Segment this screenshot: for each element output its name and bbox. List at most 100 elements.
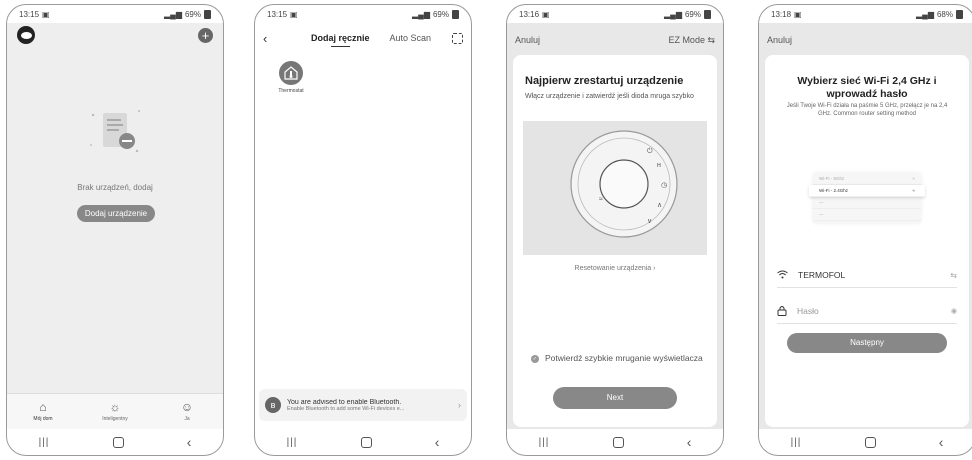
password-input[interactable]: [797, 306, 927, 316]
status-time: 13:15: [19, 9, 40, 19]
swap-icon[interactable]: ⇆: [950, 271, 957, 280]
reset-device-link[interactable]: Resetowanie urządzenia ›: [513, 265, 717, 272]
avatar[interactable]: [17, 26, 35, 44]
battery-text: 69%: [684, 9, 701, 19]
divider: [777, 287, 957, 288]
system-nav-bar: ||| ‹: [507, 429, 723, 455]
battery-text: 69%: [184, 9, 201, 19]
wifi-ssid-field[interactable]: TERMOFOL ⇆: [777, 267, 957, 283]
status-bar: 13:15 ▣ ▂▄▆ 69%: [7, 5, 223, 23]
svg-text:◷: ◷: [661, 182, 668, 189]
thermostat-icon: [279, 61, 303, 85]
header: ‹ Dodaj ręcznie Auto Scan: [263, 29, 463, 47]
status-bar: 13:15 ▣ ▂▄▆ 69%: [255, 5, 471, 23]
sun-icon: ☼: [109, 400, 121, 414]
home-button[interactable]: [112, 436, 124, 448]
confirm-label: Potwierdź szybkie mruganie wyświetlacza: [545, 353, 703, 363]
system-nav-bar: ||| ‹: [255, 429, 471, 455]
battery-text: 69%: [432, 9, 449, 19]
confirm-checkbox-row[interactable]: ✓ Potwierdź szybkie mruganie wyświetlacz…: [531, 353, 705, 363]
divider: [777, 323, 957, 324]
back-button[interactable]: ‹: [435, 434, 440, 450]
page-title: Wybierz sieć Wi-Fi 2,4 GHz i wprowadź ha…: [797, 75, 937, 100]
device-thermostat[interactable]: Thermostat: [271, 61, 311, 94]
svg-text:ʜ: ʜ: [657, 162, 661, 169]
home-button[interactable]: [612, 436, 624, 448]
header: Anuluj EZ Mode ⇆: [515, 35, 715, 46]
signal-icon: ▂▄▆: [916, 9, 934, 19]
back-arrow-icon[interactable]: ‹: [263, 31, 291, 46]
wifi-icon: ≈: [912, 188, 915, 193]
signal-icon: ▂▄▆: [664, 9, 682, 19]
wifi-icon: [777, 270, 788, 281]
page-title: Najpierw zrestartuj urządzenie: [525, 75, 684, 87]
ez-mode-button[interactable]: EZ Mode ⇆: [668, 35, 715, 46]
content-area: [7, 23, 223, 429]
battery-icon: [956, 9, 963, 19]
back-button[interactable]: ‹: [687, 434, 692, 450]
status-time: 13:18: [771, 9, 792, 19]
top-bar: +: [17, 25, 213, 45]
home-button[interactable]: [360, 436, 372, 448]
empty-state-text: Brak urządzeń, dodaj: [77, 183, 153, 192]
notification-icon: ▣: [794, 9, 802, 19]
add-icon[interactable]: +: [198, 27, 213, 43]
system-nav-bar: ||| ‹: [759, 429, 972, 455]
chevron-right-icon: ›: [458, 400, 461, 410]
bottom-tab-bar: ⌂ Mój dom ☼ Inteligentny ☺ Ja: [7, 393, 223, 429]
wifi-row-24ghz: Wi-Fi - 2.4Ghz ≈: [809, 185, 925, 197]
back-button[interactable]: ‹: [939, 434, 944, 450]
bluetooth-banner[interactable]: ʙ You are advised to enable Bluetooth. E…: [259, 389, 467, 421]
bluetooth-title: You are advised to enable Bluetooth.: [287, 398, 402, 406]
status-time: 13:16: [519, 9, 540, 19]
bluetooth-subtitle: Enable Bluetooth to add some Wi-Fi devic…: [287, 405, 405, 412]
wifi-instruction-text: Jeśli Twoje Wi-Fi działa na paśmie 5 GHz…: [786, 103, 948, 117]
instruction-card: Najpierw zrestartuj urządzenie Włącz urz…: [513, 55, 717, 427]
recent-apps-button[interactable]: |||: [539, 437, 550, 448]
next-button[interactable]: Następny: [787, 333, 947, 353]
tab-my-home[interactable]: ⌂ Mój dom: [18, 401, 68, 422]
cancel-button[interactable]: Anuluj: [515, 35, 540, 46]
home-icon: ⌂: [39, 400, 47, 414]
svg-text:⏻: ⏻: [647, 147, 653, 155]
phone-screen-reset-device: 13:16 ▣ ▂▄▆ 69% Anuluj EZ Mode ⇆ Najpierw …: [506, 4, 724, 456]
phone-screen-add-device: 13:15 ▣ ▂▄▆ 69% ‹ Dodaj ręcznie Auto Scan …: [254, 4, 472, 456]
cancel-button[interactable]: Anuluj: [767, 35, 792, 45]
lock-icon: [777, 305, 787, 318]
notification-icon: ▣: [290, 9, 298, 19]
recent-apps-button[interactable]: |||: [791, 437, 802, 448]
empty-document-icon: [90, 110, 140, 153]
status-time: 13:15: [267, 9, 288, 19]
phone-screen-wifi-setup: 13:18 ▣ ▂▄▆ 68% Anuluj Wybierz sieć Wi-Fi …: [758, 4, 972, 456]
device-label: Thermostat: [278, 88, 304, 94]
recent-apps-button[interactable]: |||: [39, 437, 50, 448]
wifi-list-illustration: Wi-Fi - 5Ghz ≈ Wi-Fi - 2.4Ghz ≈ — —: [809, 173, 925, 223]
tab-auto-scan[interactable]: Auto Scan: [390, 33, 432, 43]
wifi-icon: ≈: [912, 176, 915, 181]
svg-text:≈: ≈: [599, 196, 603, 203]
password-row: ◉: [777, 303, 957, 319]
wifi-row-blank: —: [813, 197, 921, 209]
notification-icon: ▣: [42, 9, 50, 19]
back-button[interactable]: ‹: [187, 434, 192, 450]
tab-me[interactable]: ☺ Ja: [162, 401, 212, 422]
wifi-row-5ghz: Wi-Fi - 5Ghz ≈: [813, 173, 921, 185]
status-bar: 13:16 ▣ ▂▄▆ 69%: [507, 5, 723, 23]
check-icon[interactable]: ✓: [531, 355, 539, 363]
home-button[interactable]: [864, 436, 876, 448]
system-nav-bar: ||| ‹: [7, 429, 223, 455]
wifi-row-blank: —: [813, 209, 921, 221]
svg-text:∨: ∨: [647, 218, 652, 225]
add-device-button[interactable]: Dodaj urządzenie: [77, 205, 155, 222]
scan-icon[interactable]: [452, 32, 463, 44]
battery-icon: [452, 9, 459, 19]
tab-add-manually[interactable]: Dodaj ręcznie: [311, 33, 370, 47]
tab-smart[interactable]: ☼ Inteligentny: [90, 401, 140, 422]
status-bar: 13:18 ▣ ▂▄▆ 68%: [759, 5, 972, 23]
phone-screen-home: 13:15 ▣ ▂▄▆ 69% + Brak urządzeń, dodaj Dod…: [6, 4, 224, 456]
next-button[interactable]: Next: [553, 387, 677, 409]
recent-apps-button[interactable]: |||: [287, 437, 298, 448]
person-icon: ☺: [180, 400, 194, 414]
signal-icon: ▂▄▆: [164, 9, 182, 19]
eye-icon[interactable]: ◉: [951, 307, 957, 315]
